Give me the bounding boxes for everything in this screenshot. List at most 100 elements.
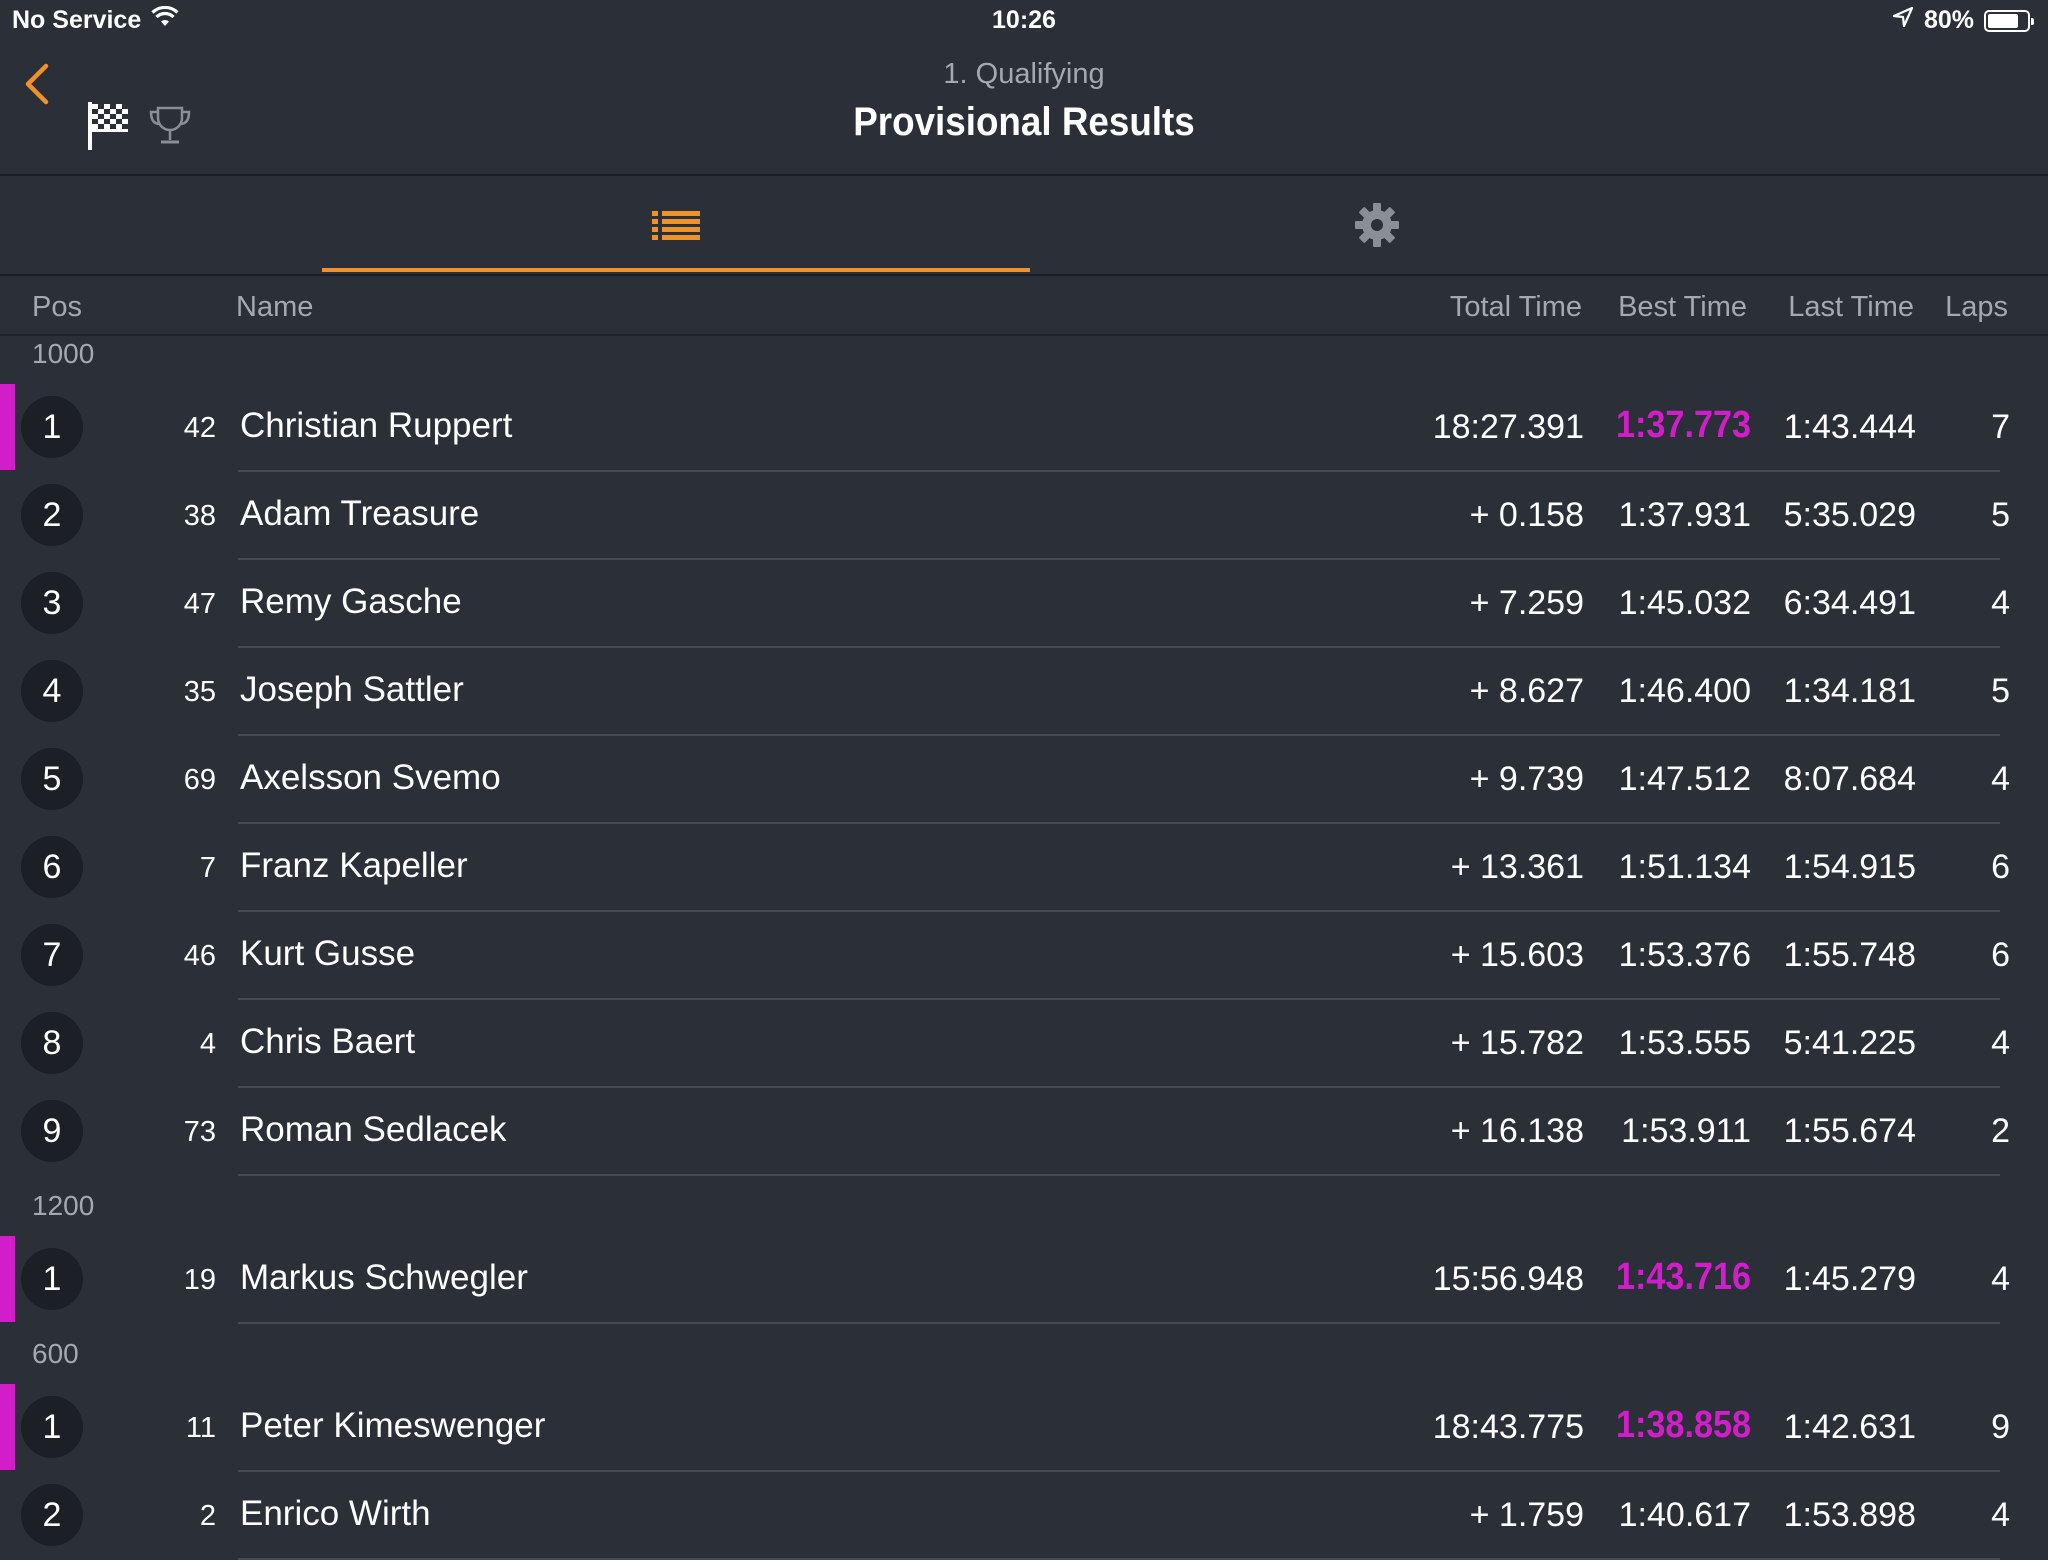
total-time: + 15.782 — [1450, 1024, 1584, 1062]
best-time: 1:45.032 — [1618, 584, 1751, 622]
col-name: Name — [236, 291, 314, 323]
result-row[interactable]: 2 2 Enrico Wirth + 1.759 1:40.617 1:53.898 4 — [0, 1472, 2048, 1560]
last-time: 1:45.279 — [1783, 1260, 1916, 1298]
best-time: 1:46.400 — [1618, 672, 1751, 710]
start-number: 19 — [183, 1264, 216, 1296]
best-time: 1:47.512 — [1618, 760, 1751, 798]
total-time: + 13.361 — [1450, 848, 1584, 886]
laps-count: 6 — [1991, 936, 2010, 974]
gear-icon — [1355, 203, 1399, 247]
group-header: 1000 — [0, 336, 2048, 382]
position-badge: 8 — [21, 1012, 83, 1074]
col-total-time: Total Time — [1449, 291, 1582, 323]
driver-name: Axelsson Svemo — [240, 758, 501, 797]
position-badge: 4 — [21, 660, 83, 722]
group-label: 1000 — [32, 338, 95, 369]
group-header: 600 — [0, 1336, 2048, 1382]
page-title: Provisional Results — [853, 100, 1195, 144]
start-number: 4 — [199, 1028, 216, 1060]
total-time: 18:27.391 — [1432, 408, 1584, 446]
best-time: 1:53.555 — [1618, 1024, 1751, 1062]
laps-count: 4 — [1991, 1496, 2010, 1534]
last-time: 1:43.444 — [1783, 408, 1916, 446]
driver-name: Christian Ruppert — [240, 406, 513, 445]
fastest-lap-marker — [0, 1236, 15, 1322]
total-time: + 1.759 — [1469, 1496, 1584, 1534]
driver-name: Franz Kapeller — [240, 846, 468, 885]
start-number: 38 — [183, 500, 216, 532]
row-divider — [238, 1174, 2000, 1176]
laps-count: 5 — [1991, 672, 2010, 710]
result-row[interactable]: 1 11 Peter Kimeswenger 18:43.775 1:38.858 1:4… — [0, 1384, 2048, 1472]
battery-percent: 80% — [1923, 6, 1974, 34]
tab-results-list[interactable] — [322, 176, 1030, 274]
total-time: + 7.259 — [1469, 584, 1584, 622]
driver-name: Chris Baert — [240, 1022, 416, 1061]
group-label: 600 — [32, 1338, 79, 1369]
battery-icon — [1984, 9, 2034, 32]
group-label: 1200 — [32, 1190, 95, 1221]
total-time: + 0.158 — [1469, 496, 1584, 534]
laps-count: 7 — [1991, 408, 2010, 446]
result-row[interactable]: 8 4 Chris Baert + 15.782 1:53.555 5:41.225 4 — [0, 1000, 2048, 1088]
result-row[interactable]: 5 69 Axelsson Svemo + 9.739 1:47.512 8:07.684… — [0, 736, 2048, 824]
driver-name: Remy Gasche — [240, 582, 462, 621]
start-number: 73 — [183, 1116, 216, 1148]
fastest-lap-marker — [0, 1384, 15, 1470]
result-row[interactable]: 4 35 Joseph Sattler + 8.627 1:46.400 1:34.181… — [0, 648, 2048, 736]
result-row[interactable]: 9 73 Roman Sedlacek + 16.138 1:53.911 1:55.67… — [0, 1088, 2048, 1176]
start-number: 2 — [199, 1500, 216, 1532]
start-number: 7 — [199, 852, 216, 884]
total-time: 18:43.775 — [1432, 1408, 1584, 1446]
last-time: 6:34.491 — [1783, 584, 1916, 622]
driver-name: Joseph Sattler — [240, 670, 464, 709]
list-icon — [652, 211, 700, 240]
position-badge: 5 — [21, 748, 83, 810]
laps-count: 6 — [1991, 848, 2010, 886]
start-number: 69 — [183, 764, 216, 796]
last-time: 1:53.898 — [1783, 1496, 1916, 1534]
best-time: 1:53.376 — [1618, 936, 1751, 974]
laps-count: 9 — [1991, 1408, 2010, 1446]
result-row[interactable]: 1 42 Christian Ruppert 18:27.391 1:37.773 1:4… — [0, 384, 2048, 472]
position-badge: 6 — [21, 836, 83, 898]
total-time: + 8.627 — [1469, 672, 1584, 710]
navigation-bar: 1. Qualifying Provisional Results — [0, 42, 2048, 176]
driver-name: Enrico Wirth — [240, 1494, 431, 1533]
last-time: 8:07.684 — [1783, 760, 1916, 798]
position-badge: 2 — [21, 1484, 83, 1546]
start-number: 46 — [183, 940, 216, 972]
tab-bar — [0, 176, 2048, 276]
position-badge: 3 — [21, 572, 83, 634]
start-number: 11 — [185, 1412, 216, 1444]
last-time: 1:55.748 — [1783, 936, 1916, 974]
result-row[interactable]: 3 47 Remy Gasche + 7.259 1:45.032 6:34.491 4 — [0, 560, 2048, 648]
position-badge: 9 — [21, 1100, 83, 1162]
fastest-lap-marker — [0, 384, 15, 470]
result-row[interactable]: 6 7 Franz Kapeller + 13.361 1:51.134 1:54.915… — [0, 824, 2048, 912]
tab-settings[interactable] — [1030, 176, 1724, 274]
driver-name: Roman Sedlacek — [240, 1110, 507, 1149]
start-number: 47 — [183, 588, 216, 620]
total-time: + 9.739 — [1469, 760, 1584, 798]
start-number: 42 — [183, 412, 216, 444]
laps-count: 4 — [1991, 584, 2010, 622]
position-badge: 1 — [21, 396, 83, 458]
driver-name: Peter Kimeswenger — [240, 1406, 546, 1445]
position-badge: 2 — [21, 484, 83, 546]
total-time: + 15.603 — [1450, 936, 1584, 974]
result-row[interactable]: 7 46 Kurt Gusse + 15.603 1:53.376 1:55.748 6 — [0, 912, 2048, 1000]
status-bar: No Service 10:26 80% — [0, 0, 2048, 42]
result-row[interactable]: 1 19 Markus Schwegler 15:56.948 1:43.716 1:45… — [0, 1236, 2048, 1324]
col-last-time: Last Time — [1788, 291, 1914, 323]
result-row[interactable]: 2 38 Adam Treasure + 0.158 1:37.931 5:35.029 5 — [0, 472, 2048, 560]
best-time: 1:53.911 — [1621, 1112, 1751, 1150]
position-badge: 7 — [21, 924, 83, 986]
last-time: 1:34.181 — [1783, 672, 1916, 710]
best-time: 1:51.134 — [1618, 848, 1751, 886]
laps-count: 4 — [1991, 1260, 2010, 1298]
best-time: 1:37.773 — [1615, 404, 1751, 446]
location-arrow-icon — [1892, 6, 1914, 35]
best-time: 1:37.931 — [1618, 496, 1751, 534]
last-time: 5:35.029 — [1783, 496, 1916, 534]
